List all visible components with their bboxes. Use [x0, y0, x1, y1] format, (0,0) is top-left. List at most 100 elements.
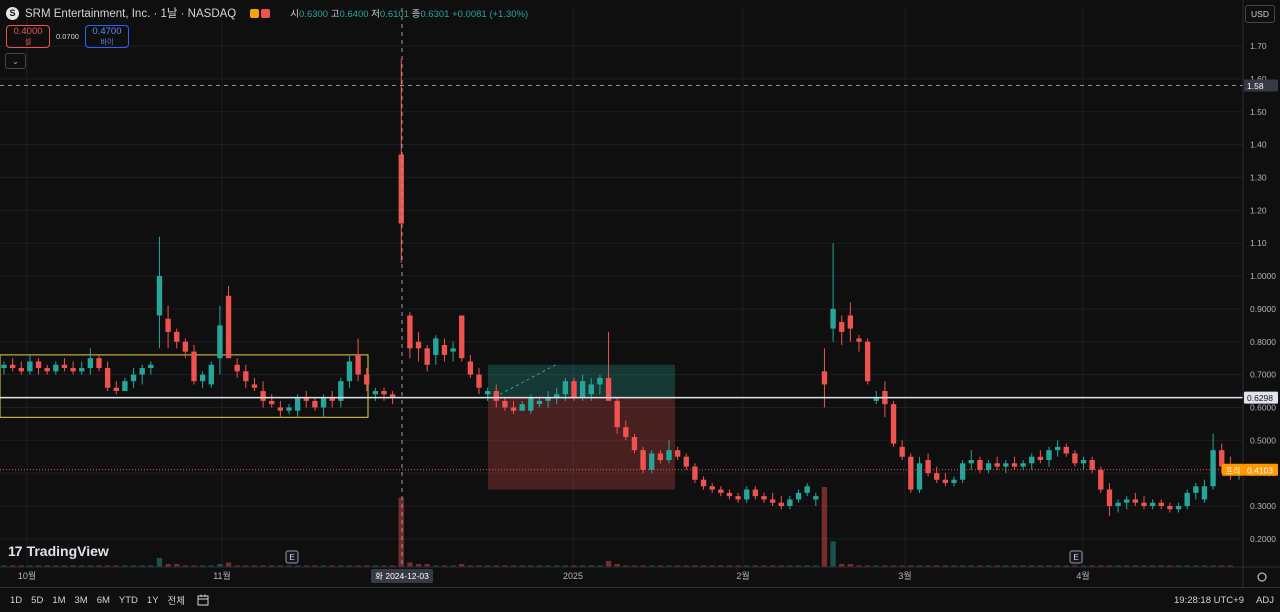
candle[interactable] [951, 479, 957, 484]
buy-button[interactable]: 0.4700 바이 [84, 25, 129, 48]
candle[interactable] [1003, 463, 1009, 467]
candle[interactable] [1132, 499, 1139, 503]
candle[interactable] [1115, 502, 1121, 506]
candle[interactable] [1141, 502, 1147, 506]
candle[interactable] [977, 460, 983, 470]
candle[interactable] [53, 364, 59, 372]
candle[interactable] [381, 391, 387, 395]
currency-selector[interactable]: USD [1245, 5, 1275, 23]
candle[interactable] [27, 361, 33, 372]
candle[interactable] [864, 341, 871, 382]
candle[interactable] [234, 364, 240, 372]
candle[interactable] [571, 381, 577, 398]
candle[interactable] [79, 368, 85, 372]
candle[interactable] [1046, 450, 1052, 461]
candle[interactable] [243, 371, 249, 382]
candle[interactable] [579, 381, 586, 398]
candle[interactable] [476, 374, 482, 388]
candle[interactable] [467, 361, 474, 375]
candle[interactable] [113, 387, 119, 392]
candle[interactable] [968, 460, 974, 464]
candle[interactable] [718, 489, 724, 493]
candle[interactable] [1037, 456, 1044, 461]
candle[interactable] [839, 322, 845, 332]
candle[interactable] [519, 404, 525, 411]
candle[interactable] [450, 348, 456, 352]
candle[interactable] [96, 358, 102, 369]
candle[interactable] [795, 492, 802, 500]
candle[interactable] [398, 154, 404, 224]
candle[interactable] [528, 397, 534, 411]
candle[interactable] [1175, 506, 1182, 510]
candle[interactable] [959, 463, 966, 480]
candle[interactable] [355, 354, 361, 375]
candle[interactable] [934, 473, 940, 480]
symbol-title[interactable]: SRM Entertainment, Inc. · 1날 · NASDAQ [25, 5, 236, 21]
candle[interactable] [312, 400, 318, 408]
adjustment-toggle[interactable]: ADJ [1256, 595, 1274, 606]
candle[interactable] [277, 407, 284, 411]
candle[interactable] [130, 374, 137, 382]
candle[interactable] [942, 479, 949, 484]
period-전체[interactable]: 전체 [168, 593, 185, 607]
candle[interactable] [372, 391, 379, 395]
candle[interactable] [199, 374, 206, 382]
candle[interactable] [994, 463, 1000, 467]
candle[interactable] [700, 479, 707, 487]
candle[interactable] [769, 499, 776, 503]
candle[interactable] [217, 325, 223, 359]
candle[interactable] [657, 453, 664, 461]
candle[interactable] [1210, 450, 1216, 487]
candle[interactable] [744, 489, 750, 500]
candle[interactable] [364, 374, 370, 385]
calendar-icon[interactable] [197, 594, 209, 606]
candle[interactable] [484, 391, 491, 395]
candle[interactable] [1063, 446, 1069, 454]
candle[interactable] [752, 489, 759, 497]
candle[interactable] [139, 368, 145, 375]
candle[interactable] [916, 463, 923, 490]
candle[interactable] [260, 391, 266, 401]
period-1y[interactable]: 1Y [147, 595, 159, 606]
candle[interactable] [631, 437, 638, 451]
candle[interactable] [459, 315, 465, 359]
candle[interactable] [562, 381, 569, 395]
period-ytd[interactable]: YTD [119, 595, 138, 606]
candle[interactable] [294, 397, 301, 411]
candle[interactable] [1124, 499, 1130, 503]
candle[interactable] [1029, 456, 1035, 464]
candle[interactable] [899, 446, 905, 457]
candle[interactable] [1089, 460, 1095, 470]
candle[interactable] [9, 364, 16, 369]
candle[interactable] [1098, 469, 1104, 490]
candle[interactable] [830, 308, 836, 329]
candle[interactable] [1149, 502, 1156, 506]
candle[interactable] [87, 358, 94, 369]
candle[interactable] [165, 318, 171, 332]
candle[interactable] [821, 371, 828, 385]
candle[interactable] [502, 400, 508, 408]
candle[interactable] [251, 384, 258, 388]
candle[interactable] [761, 496, 767, 500]
candle[interactable] [104, 368, 111, 388]
candle[interactable] [856, 338, 862, 342]
period-3m[interactable]: 3M [75, 595, 88, 606]
candle[interactable] [925, 460, 931, 474]
candle[interactable] [122, 381, 128, 392]
period-5d[interactable]: 5D [31, 595, 43, 606]
candle[interactable] [890, 404, 897, 444]
candle[interactable] [804, 486, 810, 493]
candle[interactable] [156, 276, 163, 316]
candle[interactable] [1158, 502, 1164, 506]
tradingview-logo[interactable]: 17 TradingView [8, 543, 109, 559]
candle[interactable] [191, 351, 197, 382]
candle[interactable] [346, 361, 353, 382]
candle[interactable] [1054, 446, 1061, 451]
candle[interactable] [70, 368, 76, 372]
candle[interactable] [174, 331, 180, 342]
candle[interactable] [623, 427, 629, 438]
candle[interactable] [1080, 460, 1087, 464]
candle[interactable] [407, 315, 413, 349]
candle[interactable] [415, 341, 422, 349]
candle[interactable] [1167, 506, 1173, 510]
